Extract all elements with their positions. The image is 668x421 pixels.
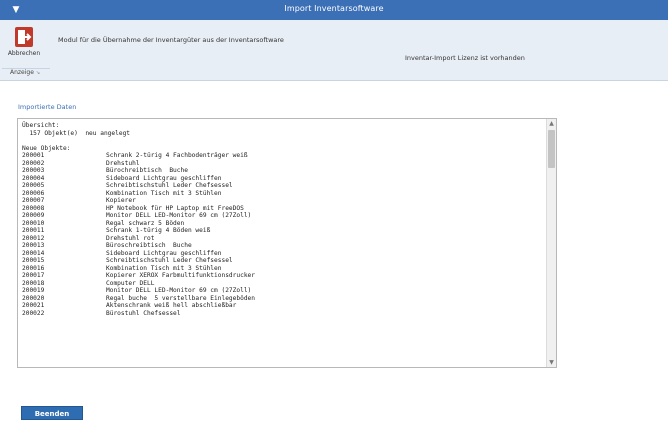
object-number: 200002 [22,159,45,167]
log-row: 200004 Sideboard Lichtgrau geschliffen [22,175,542,183]
object-number: 200008 [22,204,45,212]
object-description: Bürochreibtisch Buche [106,167,188,174]
object-description: Kombination Tisch mit 3 Stühlen [106,264,222,272]
finish-button[interactable]: Beenden [21,406,83,420]
object-number: 200007 [22,197,45,204]
group-expand-icon[interactable]: ↘ [36,70,40,76]
object-number: 200012 [22,234,45,242]
object-number: 200018 [22,279,45,287]
object-description: HP Notebook für HP Laptop mit FreeDOS [106,204,244,212]
log-row: 200006 Kombination Tisch mit 3 Stühlen [22,190,542,198]
cancel-button-label: Abbrechen [7,50,41,57]
object-description: Sideboard Lichtgrau geschliffen [106,174,222,182]
object-number: 200003 [22,167,45,174]
log-row: 200013 Büroschreibtisch Buche [22,242,542,250]
log-row: 200010 Regal schwarz 5 Böden [22,220,542,228]
object-description: Kombination Tisch mit 3 Stühlen [106,189,222,197]
object-number: 200019 [22,287,45,294]
import-log-content: Übersicht: 157 Objekt(e) neu angelegt Ne… [22,122,542,317]
log-row: 200019 Monitor DELL LED-Monitor 69 cm (27… [22,287,542,295]
title-bar: ▼ Import Inventarsoftware [0,0,668,20]
object-description: Monitor DELL LED-Monitor 69 cm (27Zoll) [106,287,252,294]
object-description: Drehstuhl [106,159,140,167]
import-log-textarea[interactable]: Übersicht: 157 Objekt(e) neu angelegt Ne… [17,118,557,368]
object-number: 200016 [22,264,45,272]
object-number: 200009 [22,212,45,219]
log-row: 200017 Kopierer XEROX Farbmultifunktionsd… [22,272,542,280]
log-row: 200005 Schreibtischstuhl Leder Chefsessel [22,182,542,190]
log-row: 200021 Aktenschrank weiß hell abschließba… [22,302,542,310]
object-description: Drehstuhl rot [106,234,155,242]
log-row: 200009 Monitor DELL LED-Monitor 69 cm (27… [22,212,542,220]
object-number: 200011 [22,227,45,234]
object-description: Computer DELL [106,279,155,287]
cancel-button[interactable]: Abbrechen [6,26,42,66]
log-row: 200007 Kopierer [22,197,542,205]
object-number: 200014 [22,249,45,257]
object-description: Schrank 2-türig 4 Fachbodenträger weiß [106,152,248,159]
object-description: Büroschreibtisch Buche [106,242,192,249]
log-row: 200016 Kombination Tisch mit 3 Stühlen [22,265,542,273]
log-row: 200014 Sideboard Lichtgrau geschliffen [22,250,542,258]
object-number: 200020 [22,294,45,302]
log-row: 200022 Bürostuhl Chefsessel [22,310,542,318]
scroll-down-icon[interactable]: ▼ [547,358,556,367]
object-description: Regal buche 5 verstellbare Einlegeböden [106,294,256,302]
log-row: 200008 HP Notebook für HP Laptop mit Free… [22,205,542,213]
log-row: 200002 Drehstuhl [22,160,542,168]
object-description: Monitor DELL LED-Monitor 69 cm (27Zoll) [106,212,252,219]
object-number: 200006 [22,189,45,197]
window-title: Import Inventarsoftware [284,4,384,13]
log-row: 200011 Schrank 1-türig 4 Böden weiß [22,227,542,235]
ribbon-group-label: Anzeige ↘ [2,68,50,78]
object-description: Kopierer XEROX Farbmultifunktionsdrucker [106,272,256,279]
object-number: 200013 [22,242,45,249]
log-header-line: 157 Objekt(e) neu angelegt [22,129,131,137]
object-description: Schrank 1-türig 4 Böden weiß [106,227,211,234]
section-label: Importierte Daten [18,103,77,111]
object-description: Kopierer [106,197,136,204]
log-row: 200012 Drehstuhl rot [22,235,542,243]
log-header-line [22,137,542,145]
object-description: Schreibtischstuhl Leder Chefsessel [106,182,233,189]
object-description: Sideboard Lichtgrau geschliffen [106,249,222,257]
object-number: 200015 [22,257,45,264]
log-row: 200015 Schreibtischstuhl Leder Chefsessel [22,257,542,265]
scroll-up-icon[interactable]: ▲ [547,119,556,128]
object-number: 200010 [22,219,45,227]
object-number: 200021 [22,302,45,309]
log-header-line: Übersicht: [22,122,60,129]
object-number: 200001 [22,152,45,159]
object-number: 200017 [22,272,45,279]
module-description: Modul für die Übernahme der Inventargüte… [58,36,284,44]
vertical-scrollbar[interactable]: ▲ ▼ [546,119,556,367]
object-description: Regal schwarz 5 Böden [106,219,185,227]
object-number: 200022 [22,309,45,317]
log-row: 200020 Regal buche 5 verstellbare Einlege… [22,295,542,303]
object-description: Schreibtischstuhl Leder Chefsessel [106,257,233,264]
ribbon: Abbrechen Anzeige ↘ Modul für die Überna… [0,20,668,81]
log-row: 200018 Computer DELL [22,280,542,288]
license-status: Inventar-Import Lizenz ist vorhanden [405,54,525,62]
log-header-line: Neue Objekte: [22,144,71,152]
object-description: Bürostuhl Chefsessel [106,309,181,317]
ribbon-group-text: Anzeige [10,69,34,76]
scrollbar-thumb[interactable] [548,130,555,168]
log-row: 200001 Schrank 2-türig 4 Fachbodenträger … [22,152,542,160]
object-number: 200005 [22,182,45,189]
object-number: 200004 [22,174,45,182]
object-description: Aktenschrank weiß hell abschließbar [106,302,237,309]
exit-icon [15,27,33,47]
log-row: 200003 Bürochreibtisch Buche [22,167,542,175]
